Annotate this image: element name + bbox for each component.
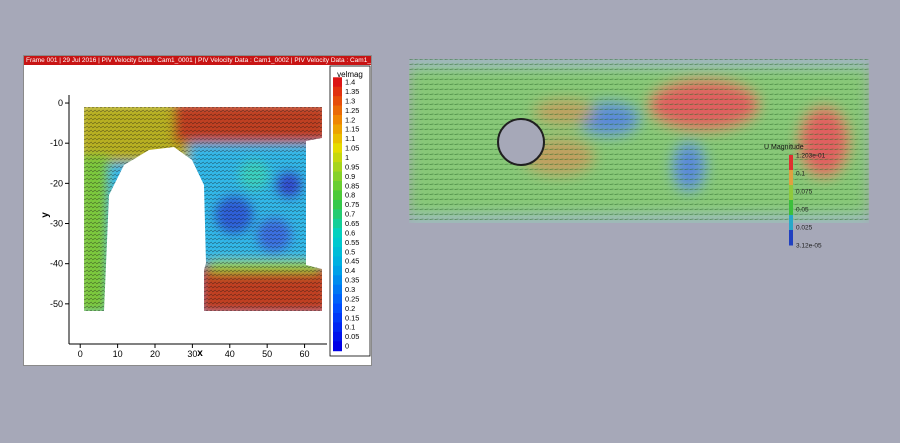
y-axis-label: y [40,212,51,218]
x-tick-label: 30 [187,349,197,359]
colorbar-swatch [333,152,342,163]
colorbar-tick-label: 1.15 [345,125,359,134]
x-tick-label: 40 [225,349,235,359]
u-colorbar-segment [789,185,793,201]
colorbar-tick-label: 0.85 [345,181,359,190]
colorbar-tick-label: 0.65 [345,219,359,228]
colorbar-swatch [333,237,342,248]
colorbar-tick-label: 0.55 [345,238,359,247]
colorbar-tick-label: 1.3 [345,96,355,105]
u-colorbar-tick-label: 0.1 [796,171,805,178]
frame-title-bar: Frame 001 | 29 Jul 2016 | PIV Velocity D… [24,56,371,65]
colorbar-swatch [333,228,342,239]
u-colorbar-segment [789,170,793,186]
u-colorbar-tick-label: 0.075 [796,189,813,196]
colorbar-swatch [333,77,342,88]
colorbar-tick-label: 1.2 [345,115,355,124]
colorbar-swatch [333,322,342,333]
colorbar-swatch [333,143,342,154]
colorbar-tick-label: 0.95 [345,162,359,171]
colorbar-swatch [333,275,342,286]
y-tick-label: -10 [50,138,63,148]
colorbar-tick-label: 0.75 [345,200,359,209]
colorbar-tick-label: 0.8 [345,191,355,200]
colorbar-swatch [333,199,342,210]
u-colorbar-tick-label: 3.12e-05 [796,243,822,250]
colorbar-swatch [333,190,342,201]
colorbar-swatch [333,341,342,352]
colorbar-swatch [333,209,342,220]
colorbar-tick-label: 0.45 [345,257,359,266]
colorbar-tick-label: 1.25 [345,106,359,115]
y-tick-label: -40 [50,259,63,269]
colorbar-swatch [333,171,342,182]
u-colorbar-segment [789,230,793,246]
colorbar-tick-label: 0.15 [345,313,359,322]
colorbar-tick-label: 0.5 [345,247,355,256]
x-tick-label: 0 [78,349,83,359]
colorbar-swatch [333,303,342,314]
colorbar-swatch [333,86,342,97]
colorbar-tick-label: 1.4 [345,78,355,87]
colorbar: velmag1.41.351.31.251.21.151.11.0510.950… [329,65,371,357]
x-tick-label: 20 [150,349,160,359]
u-colorbar-tick-label: 0.05 [796,207,809,214]
colorbar-tick-label: 0.25 [345,294,359,303]
colorbar-tick-label: 0.1 [345,323,355,332]
x-tick-label: 60 [300,349,310,359]
colorbar-tick-label: 0.35 [345,276,359,285]
colorbar-swatch [333,105,342,116]
colorbar-swatch [333,115,342,125]
y-tick-label: -30 [50,219,63,229]
u-colorbar-tick-label: 0.025 [796,225,813,232]
colorbar-tick-label: 0.2 [345,304,355,313]
colorbar-swatch [333,181,342,191]
colorbar-tick-label: 1.35 [345,87,359,96]
colorbar-swatch [333,284,342,295]
colorbar-swatch [333,96,342,107]
u-colorbar-segment [789,155,793,171]
y-tick-label: 0 [58,98,63,108]
colorbar-tick-label: 1 [345,153,349,162]
x-tick-label: 10 [113,349,123,359]
u-colorbar-tick-label: 1.203e-01 [796,153,826,160]
cylinder-flow-view: U Magnitude 1.203e-01 0.1 0.075 0.05 0.025 3.1… [409,59,869,250]
colorbar-swatch [333,313,342,323]
colorbar-swatch [333,256,342,267]
u-magnitude-title: U Magnitude [764,144,804,151]
colorbar-swatch [333,218,342,229]
u-colorbar-segment [789,200,793,216]
colorbar-tick-label: 0.4 [345,266,355,275]
colorbar-tick-label: 0.7 [345,210,355,219]
y-tick-label: -50 [50,299,63,309]
colorbar-swatch [333,294,342,305]
x-tick-label: 50 [262,349,272,359]
colorbar-tick-label: 0 [345,342,349,351]
colorbar-tick-label: 1.05 [345,144,359,153]
colorbar-swatch [333,133,342,144]
velocity-magnitude-plot: 0 10 20 30 40 50 600-10-20-30-40-50 velmag1.41… [40,65,371,359]
y-tick-label: -20 [50,178,63,188]
colorbar-tick-label: 1.1 [345,134,355,143]
colorbar-tick-label: 0.9 [345,172,355,181]
colorbar-swatch [333,124,342,135]
colorbar-swatch [333,247,342,257]
colorbar-tick-label: 0.3 [345,285,355,294]
colorbar-tick-label: 0.05 [345,332,359,341]
colorbar-swatch [333,265,342,276]
colorbar-tick-label: 0.6 [345,228,355,237]
x-axis-label: x [197,348,203,359]
u-colorbar-segment [789,215,793,231]
colorbar-swatch [333,331,342,342]
left-plot-window: Frame 001 | 29 Jul 2016 | PIV Velocity D… [23,55,372,366]
colorbar-swatch [333,162,342,173]
